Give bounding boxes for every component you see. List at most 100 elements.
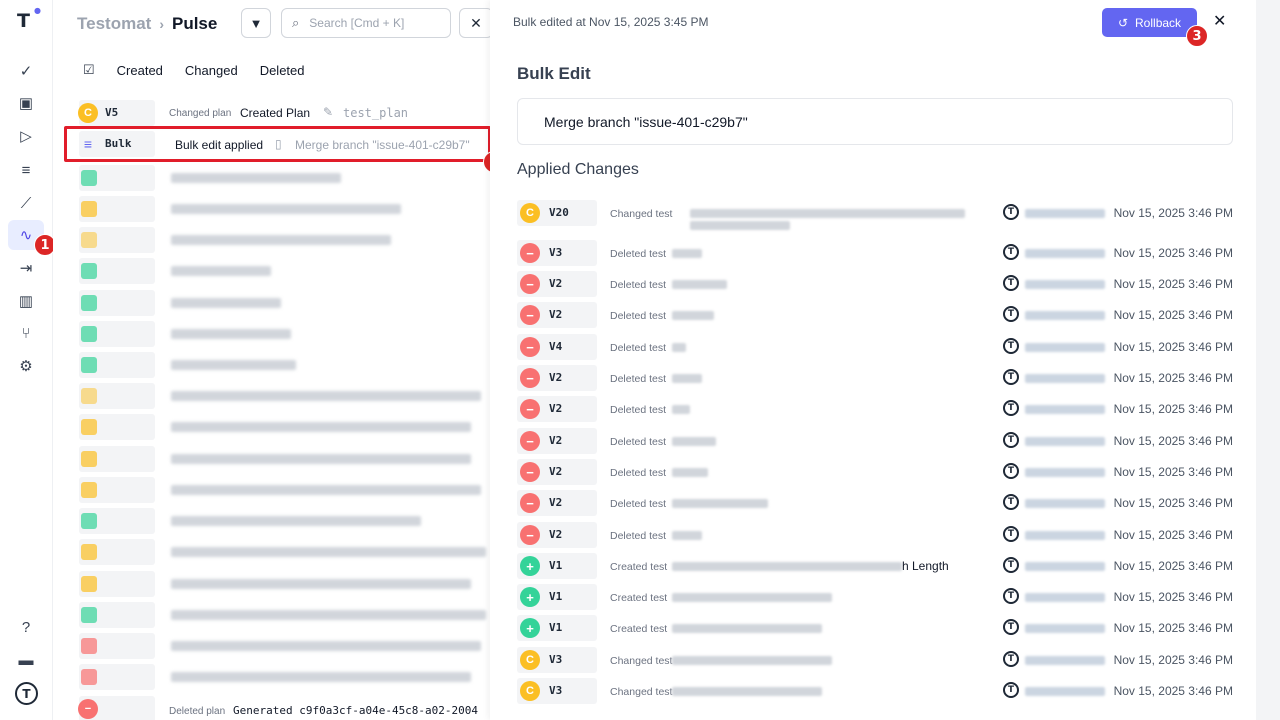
event-title: Created Plan <box>240 106 311 120</box>
version-label: V20 <box>549 206 569 219</box>
change-action: Changed test <box>610 208 673 220</box>
change-row[interactable]: − V2 Deleted test T Nov 15, 2025 3:46 PM <box>517 459 1233 487</box>
redacted-user-name <box>1025 280 1105 289</box>
close-search-button[interactable]: ✕ <box>459 8 493 38</box>
reports-icon[interactable]: ▥ <box>8 286 44 316</box>
checklist-icon[interactable]: ≡ <box>8 155 44 185</box>
select-all-icon[interactable]: ☑ <box>83 62 95 78</box>
change-row[interactable]: C V3 Changed test T Nov 15, 2025 3:46 PM <box>517 647 1233 675</box>
redacted-test-name <box>672 531 702 540</box>
change-row[interactable]: − V2 Deleted test T Nov 15, 2025 3:46 PM <box>517 490 1233 518</box>
redacted-test-name <box>672 249 702 258</box>
highlight-box-bulk-row <box>64 126 491 162</box>
list-item[interactable] <box>79 571 489 597</box>
tab-changed[interactable]: Changed <box>185 63 238 78</box>
version-label: V2 <box>549 402 563 415</box>
list-item[interactable] <box>79 196 489 222</box>
page-edge <box>1256 0 1280 720</box>
filter-tabs: ☑ Created Changed Deleted <box>83 62 305 78</box>
pulse-panel: Testomat › Pulse ▼ ⌕ Search [Cmd + K] ✕ ☑ C… <box>53 0 493 720</box>
change-action: Deleted test <box>610 342 667 354</box>
plans-icon[interactable]: ▣ <box>8 88 44 118</box>
changed-icon: C <box>520 681 540 701</box>
folder-icon[interactable]: ▬ <box>8 645 44 675</box>
list-item[interactable] <box>79 414 489 440</box>
breadcrumb-separator: › <box>159 16 164 32</box>
list-item[interactable] <box>79 602 489 628</box>
import-icon[interactable]: ⇥ <box>8 253 44 283</box>
list-item[interactable] <box>79 539 489 565</box>
rollback-label: Rollback <box>1135 15 1182 30</box>
change-action: Created test <box>610 561 668 573</box>
change-timestamp: Nov 15, 2025 3:46 PM <box>1113 590 1233 604</box>
change-row[interactable]: − V2 Deleted test T Nov 15, 2025 3:46 PM <box>517 428 1233 456</box>
list-item[interactable] <box>79 165 489 191</box>
tests-icon[interactable]: ✓ <box>8 56 44 86</box>
rollback-icon: ↺ <box>1117 15 1129 30</box>
change-timestamp: Nov 15, 2025 3:46 PM <box>1113 684 1233 698</box>
breadcrumb-root[interactable]: Testomat <box>77 14 151 33</box>
change-row[interactable]: C V20 Changed test T Nov 15, 2025 3:46 PM <box>517 200 1233 230</box>
change-row[interactable]: − V2 Deleted test T Nov 15, 2025 3:46 PM <box>517 302 1233 330</box>
version-label: V2 <box>549 277 563 290</box>
list-item[interactable] <box>79 227 489 253</box>
list-item[interactable] <box>79 664 489 690</box>
version-label: V3 <box>549 246 563 259</box>
filter-button[interactable]: ▼ <box>241 8 271 38</box>
pulse-row-deleted-plan[interactable]: − Deleted plan Generated c9f0a3cf-a04e-4… <box>77 696 497 720</box>
list-item[interactable] <box>79 258 489 284</box>
search-input[interactable]: ⌕ Search [Cmd + K] <box>281 8 451 38</box>
list-item[interactable] <box>79 446 489 472</box>
user-icon: T <box>1003 244 1019 260</box>
branches-icon[interactable]: ⑂ <box>8 318 44 348</box>
version-label: V2 <box>549 496 563 509</box>
change-row[interactable]: C V3 Changed test T Nov 15, 2025 3:46 PM <box>517 678 1233 706</box>
deleted-icon: − <box>520 243 540 263</box>
list-item[interactable] <box>79 383 489 409</box>
drawer-title: Bulk Edit <box>517 64 591 83</box>
change-row[interactable]: − V2 Deleted test T Nov 15, 2025 3:46 PM <box>517 396 1233 424</box>
analytics-icon[interactable]: ⟋ <box>8 188 44 218</box>
change-row[interactable]: − V3 Deleted test T Nov 15, 2025 3:46 PM <box>517 240 1233 268</box>
help-icon[interactable]: ? <box>8 612 44 642</box>
change-action: Deleted test <box>610 310 667 322</box>
list-item[interactable] <box>79 477 489 503</box>
change-row[interactable]: − V2 Deleted test T Nov 15, 2025 3:46 PM <box>517 271 1233 299</box>
created-icon: + <box>520 618 540 638</box>
list-item[interactable] <box>79 321 489 347</box>
testomat-logo[interactable]: T ● <box>17 6 41 32</box>
change-action: Created test <box>610 592 668 604</box>
user-avatar[interactable]: T <box>15 682 38 705</box>
change-row[interactable]: + V1 Created test T Nov 15, 2025 3:46 PM <box>517 584 1233 612</box>
list-item[interactable] <box>79 508 489 534</box>
event-kind: Deleted plan <box>169 706 226 717</box>
change-row[interactable]: + V1 Created test h Length T Nov 15, 2025 3:4… <box>517 553 1233 581</box>
change-timestamp: Nov 15, 2025 3:46 PM <box>1113 528 1233 542</box>
version-label: V3 <box>549 684 563 697</box>
change-row[interactable]: + V1 Created test T Nov 15, 2025 3:46 PM <box>517 615 1233 643</box>
change-row[interactable]: − V2 Deleted test T Nov 15, 2025 3:46 PM <box>517 365 1233 393</box>
version-label: V2 <box>549 434 563 447</box>
version-label: V5 <box>105 106 119 119</box>
deleted-icon: − <box>520 525 540 545</box>
change-action: Deleted test <box>610 279 667 291</box>
settings-icon[interactable]: ⚙ <box>8 351 44 381</box>
runs-icon[interactable]: ▷ <box>8 121 44 151</box>
pulse-row-plan[interactable]: C V5 Changed plan Created Plan ✎ test_pl… <box>77 100 497 128</box>
list-item[interactable] <box>79 633 489 659</box>
change-row[interactable]: − V4 Deleted test T Nov 15, 2025 3:46 PM <box>517 334 1233 362</box>
branch-box: Merge branch "issue-401-c29b7" <box>517 98 1233 145</box>
rollback-button[interactable]: ↺ Rollback <box>1102 8 1197 37</box>
version-label: V2 <box>549 465 563 478</box>
change-timestamp: Nov 15, 2025 3:46 PM <box>1113 371 1233 385</box>
bulk-edit-drawer: Bulk edited at Nov 15, 2025 3:45 PM ↺ Ro… <box>490 0 1280 720</box>
change-action: Deleted test <box>610 436 667 448</box>
list-item[interactable] <box>79 290 489 316</box>
deleted-icon: − <box>520 337 540 357</box>
redacted-user-name <box>1025 437 1105 446</box>
tab-deleted[interactable]: Deleted <box>260 63 305 78</box>
close-drawer-button[interactable]: ✕ <box>1213 11 1226 31</box>
tab-created[interactable]: Created <box>117 63 163 78</box>
change-row[interactable]: − V2 Deleted test T Nov 15, 2025 3:46 PM <box>517 522 1233 550</box>
list-item[interactable] <box>79 352 489 378</box>
